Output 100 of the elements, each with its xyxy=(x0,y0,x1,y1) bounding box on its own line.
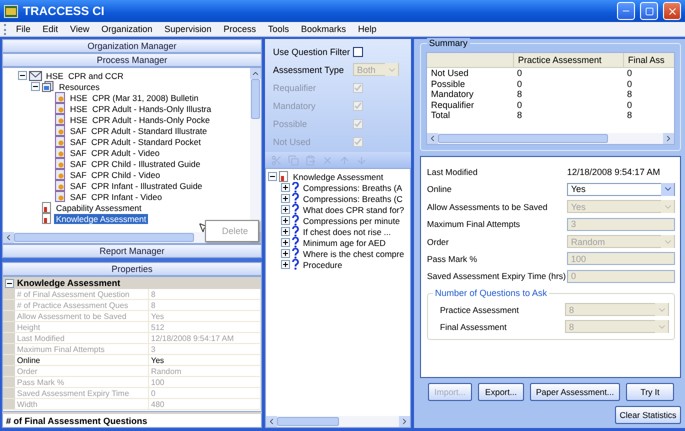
action-button[interactable]: Try It xyxy=(626,383,674,401)
menu-item[interactable]: Process xyxy=(217,24,262,34)
table-cell-text: 0 xyxy=(516,78,524,89)
close-button[interactable] xyxy=(663,2,681,20)
tree-item[interactable]: Compressions: Breaths (C xyxy=(301,194,405,204)
horizontal-scrollbar[interactable] xyxy=(266,416,410,427)
tree-item[interactable]: HSE CPR (Mar 31, 2008) Bulletin xyxy=(68,92,200,102)
table-cell-text: 0 xyxy=(626,68,634,78)
checkbox-label: Mandatory xyxy=(273,100,317,110)
document-icon xyxy=(55,158,66,169)
expand-icon[interactable] xyxy=(281,205,290,214)
field-label: Saved Assessment Expiry Time (hrs) xyxy=(427,271,567,282)
expand-icon[interactable] xyxy=(281,216,290,225)
menu-item[interactable]: Help xyxy=(352,24,383,34)
tree-item[interactable]: What does CPR stand for? xyxy=(301,204,406,214)
tree-item[interactable]: SAF CPR Child - Video xyxy=(68,170,162,180)
menu-item[interactable]: Tools xyxy=(262,24,295,34)
expand-icon[interactable] xyxy=(281,183,290,192)
tree-item[interactable]: Knowledge Assessment xyxy=(291,172,386,182)
collapse-icon[interactable] xyxy=(268,172,277,181)
column-header[interactable]: Practice Assessment xyxy=(513,53,623,68)
scrollbar-thumb[interactable] xyxy=(277,417,339,426)
collapse-icon[interactable] xyxy=(18,71,27,80)
document-icon xyxy=(55,191,66,202)
tree-item[interactable]: SAF CPR Infant - Illustrated Guide xyxy=(68,180,204,190)
expand-icon[interactable] xyxy=(281,238,290,247)
menu-item[interactable]: View xyxy=(64,24,96,34)
dropdown[interactable]: Yes xyxy=(567,182,675,196)
document-icon xyxy=(42,202,52,213)
tree-item[interactable]: Compressions per minute xyxy=(301,216,402,226)
document-icon xyxy=(55,103,66,114)
table-cell-text: 0 xyxy=(516,68,524,78)
horizontal-scrollbar[interactable] xyxy=(427,133,674,144)
action-button[interactable]: Paper Assessment... xyxy=(530,383,620,401)
property-name: Order xyxy=(15,366,149,376)
scrollbar-thumb[interactable] xyxy=(438,134,608,143)
tree-item[interactable]: HSE CPR and CCR xyxy=(44,70,126,80)
maximize-button[interactable] xyxy=(640,2,658,20)
row-gutter xyxy=(3,333,15,343)
property-description: # of Final Assessment Questions xyxy=(2,412,262,428)
tree-item[interactable]: Procedure xyxy=(301,260,344,270)
property-value[interactable]: Yes xyxy=(149,355,261,365)
minimize-button[interactable] xyxy=(617,2,635,20)
field-label: Allow Assessments to be Saved xyxy=(427,202,548,212)
tree-item[interactable]: Where is the chest compre xyxy=(301,248,406,258)
menu-item[interactable]: Organization xyxy=(95,24,158,34)
tree-item[interactable]: SAF CPR Adult - Standard Illustrate xyxy=(68,126,210,136)
scrollbar-thumb[interactable] xyxy=(14,233,194,242)
row-gutter xyxy=(3,355,15,365)
collapse-icon[interactable] xyxy=(31,82,40,91)
group-title: Number of Questions to Ask xyxy=(433,288,550,298)
collapse-icon[interactable] xyxy=(5,278,14,288)
clear-statistics-button[interactable]: Clear Statistics xyxy=(615,406,681,424)
checkbox-label: Possible xyxy=(273,118,308,128)
chevron-left-icon xyxy=(428,134,437,143)
property-name: Saved Assessment Expiry Time xyxy=(15,388,149,398)
property-name: # of Practice Assessment Ques xyxy=(15,300,149,310)
menu-item[interactable]: File xyxy=(10,24,37,34)
table-cell-text: 0 xyxy=(626,78,634,89)
menu-item[interactable]: Bookmarks xyxy=(294,24,352,34)
cut-icon xyxy=(271,154,282,166)
expand-icon[interactable] xyxy=(281,249,290,258)
document-icon xyxy=(279,171,289,182)
checkbox[interactable] xyxy=(353,46,363,56)
tree-item[interactable]: SAF CPR Child - Illustrated Guide xyxy=(68,158,202,168)
tree-item[interactable]: SAF CPR Infant - Video xyxy=(68,192,164,202)
table-cell-text: 8 xyxy=(626,110,634,120)
expand-icon[interactable] xyxy=(281,227,290,236)
document-icon xyxy=(55,169,66,180)
arrow-down-icon xyxy=(356,154,367,166)
expand-icon[interactable] xyxy=(281,194,290,203)
checkbox-label: Requalifier xyxy=(273,82,318,92)
tree-item[interactable]: If chest does not rise ... xyxy=(301,226,393,236)
scrollbar-thumb[interactable] xyxy=(251,79,260,119)
chevron-up-icon xyxy=(251,69,260,78)
paste-icon xyxy=(305,154,316,166)
row-gutter xyxy=(3,311,15,321)
vertical-scrollbar[interactable] xyxy=(250,68,261,232)
tree-item[interactable]: Resources xyxy=(57,82,102,92)
tree-item[interactable]: HSE CPR Adult - Hands-Only Pocke xyxy=(68,114,212,124)
expand-icon[interactable] xyxy=(281,260,290,269)
action-button[interactable]: Export... xyxy=(478,383,524,401)
menu-item[interactable]: Edit xyxy=(36,24,64,34)
tree-item[interactable]: SAF CPR Adult - Video xyxy=(68,148,162,158)
chevron-left-icon xyxy=(4,233,13,242)
menu-item[interactable]: Supervision xyxy=(158,24,218,34)
tree-item[interactable]: Knowledge Assessment xyxy=(54,214,148,224)
section-header[interactable]: Process Manager xyxy=(2,53,262,67)
tree-item[interactable]: SAF CPR Adult - Standard Pocket xyxy=(68,136,203,146)
tree-item[interactable]: Compressions: Breaths (A xyxy=(301,182,404,192)
section-header[interactable]: Organization Manager xyxy=(2,39,262,53)
tree-item[interactable]: Capability Assessment xyxy=(54,202,144,212)
close-icon xyxy=(666,6,678,16)
property-name: Height xyxy=(15,322,149,332)
section-header[interactable]: Report Manager xyxy=(2,244,262,258)
column-header[interactable]: Final Ass xyxy=(623,53,674,68)
row-gutter xyxy=(3,399,15,409)
table-cell-text: Total xyxy=(430,110,452,120)
tree-item[interactable]: Minimum age for AED xyxy=(301,238,388,248)
tree-item[interactable]: HSE CPR Adult - Hands-Only Illustra xyxy=(68,104,214,114)
